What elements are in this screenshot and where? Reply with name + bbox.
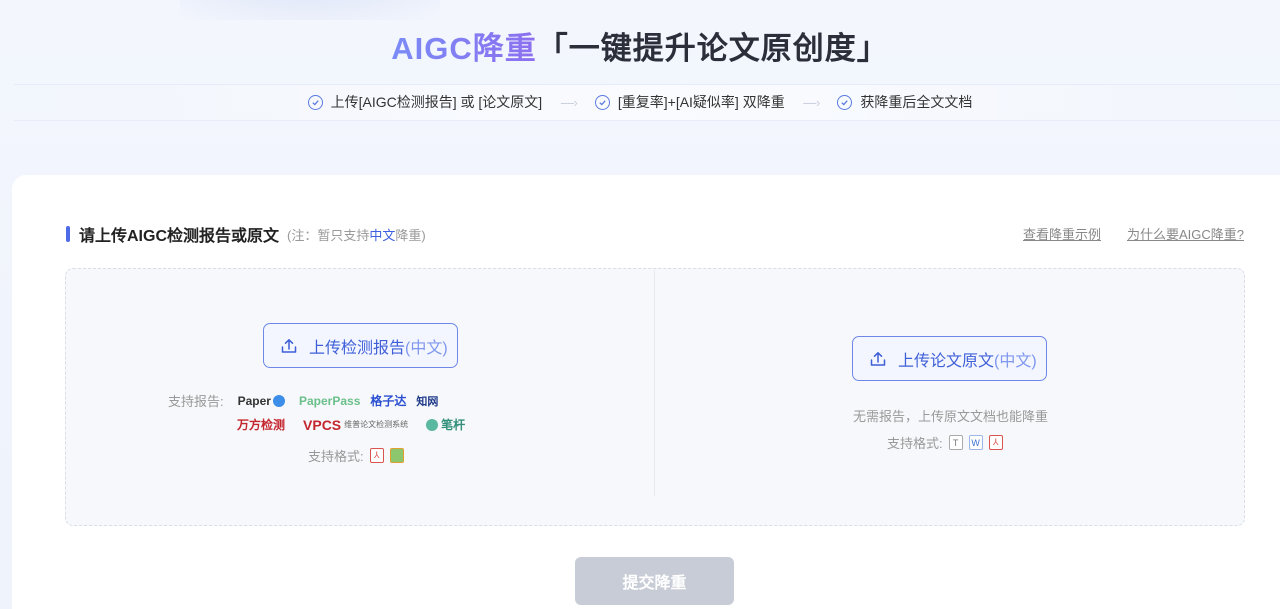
step-label: 上传[AIGC检测报告] 或 [论文原文] (330, 94, 543, 110)
check-circle-icon (594, 94, 610, 110)
formats-label: 支持格式: (308, 449, 364, 464)
dashed-arrow-icon: ----› (802, 94, 821, 110)
panel-divider (654, 270, 655, 496)
hero-glow (180, 0, 440, 20)
wanfang-logo: 万方检测 (237, 418, 286, 432)
check-circle-icon (837, 94, 853, 110)
gezida-logo: 格子达 (370, 394, 407, 408)
step-label: [重复率]+[AI疑似率] 双降重 (617, 94, 785, 110)
upload-report-label: 上传检测报告(中文) (309, 339, 448, 357)
why-aigc-link[interactable]: 为什么要AIGC降重? (1127, 224, 1244, 243)
report-formats-row: 支持格式: ⅄ (308, 446, 404, 465)
paper-yy-logo: Paper (238, 394, 285, 408)
vpcs-logo: VPCS 维普论文检测系统 (303, 416, 409, 433)
upload-paper-label: 上传论文原文(中文) (898, 352, 1037, 370)
upload-icon (870, 351, 886, 366)
example-link[interactable]: 查看降重示例 (1023, 224, 1101, 243)
section-title: 请上传AIGC检测报告或原文 (79, 228, 280, 245)
report-logos-row-1: 支持报告: Paper PaperPass 格子达 知网 (168, 391, 438, 410)
section-note: (注：暂只支持中文降重) (287, 227, 426, 243)
paper-formats-row: 支持格式: T W ⅄ (887, 433, 1003, 452)
title-accent: AIGC降重 (391, 31, 537, 66)
word-icon: W (968, 435, 983, 450)
title-rest: 「一键提升论文原创度」 (536, 31, 889, 66)
step-reduce: [重复率]+[AI疑似率] 双降重 (594, 92, 785, 112)
pdf-icon: ⅄ (988, 435, 1003, 450)
paperpass-logo: PaperPass (298, 393, 361, 408)
upload-icon (281, 338, 297, 353)
txt-icon: T (948, 435, 963, 450)
steps-bar: 上传[AIGC检测报告] 或 [论文原文] ----› [重复率]+[AI疑似率… (0, 92, 1280, 112)
step-download: 获降重后全文文档 (837, 92, 972, 112)
step-label: 获降重后全文文档 (860, 94, 973, 110)
cnki-logo: 知网 (416, 395, 439, 408)
supports-report-label: 支持报告: (168, 394, 224, 409)
submit-button[interactable]: 提交降重 (575, 557, 734, 605)
pdf-icon: ⅄ (369, 448, 384, 463)
upload-report-button[interactable]: 上传检测报告(中文) (263, 323, 458, 368)
no-report-hint: 无需报告，上传原文文档也能降重 (853, 409, 1049, 424)
page-title: AIGC降重「一键提升论文原创度」 (0, 28, 1280, 70)
report-logos-row-2: 万方检测 VPCS 维普论文检测系统 笔杆 (237, 416, 465, 433)
step-upload: 上传[AIGC检测报告] 或 [论文原文] (307, 92, 543, 112)
dashed-arrow-icon: ----› (560, 94, 578, 110)
formats-label: 支持格式: (887, 436, 943, 451)
bigan-logo: 笔杆 (426, 416, 465, 433)
check-circle-icon (307, 94, 323, 110)
top-links: 查看降重示例 为什么要AIGC降重? (1023, 224, 1244, 243)
section-accent-bar (66, 226, 70, 242)
section-header: 请上传AIGC检测报告或原文 (注：暂只支持中文降重) (66, 222, 426, 246)
upload-paper-button[interactable]: 上传论文原文(中文) (852, 336, 1047, 381)
image-icon (389, 448, 404, 463)
